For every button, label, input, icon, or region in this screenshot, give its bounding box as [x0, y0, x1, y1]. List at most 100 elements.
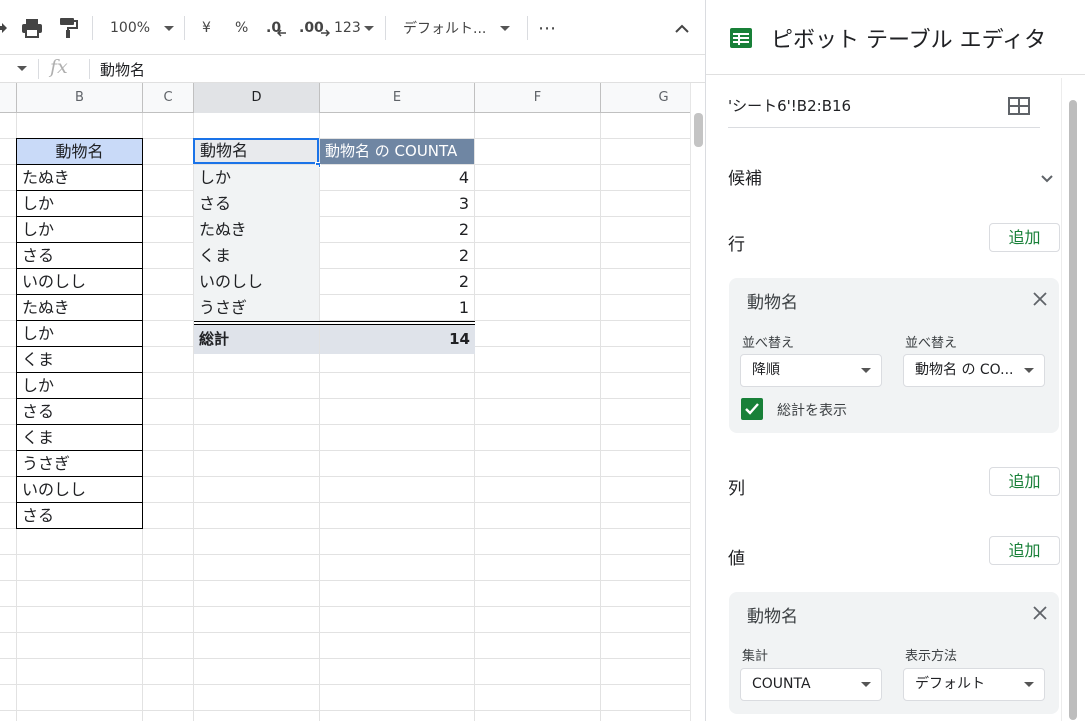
column-header-f[interactable]: F — [475, 83, 601, 113]
source-header-cell[interactable]: 動物名 — [16, 138, 143, 165]
column-header-d[interactable]: D — [194, 83, 320, 113]
source-cell[interactable]: さる — [16, 399, 143, 425]
chevron-up-icon — [675, 24, 689, 33]
pivot-row-value[interactable]: 3 — [320, 191, 474, 217]
columns-section-label: 列 — [728, 479, 745, 499]
arrow-right-icon — [320, 29, 330, 37]
chevron-down-icon — [164, 25, 175, 31]
formula-divider — [89, 59, 90, 79]
suggestions-label[interactable]: 候補 — [728, 164, 762, 189]
source-cell[interactable]: さる — [16, 503, 143, 529]
close-icon[interactable] — [1033, 605, 1047, 624]
show-as-label: 表示方法 — [905, 649, 958, 664]
sort-by-value: 動物名 の CO... — [915, 362, 1014, 378]
source-cell[interactable]: いのしし — [16, 477, 143, 503]
print-icon[interactable] — [21, 14, 43, 42]
column-header-a[interactable] — [0, 83, 17, 113]
summarize-by-value: COUNTA — [752, 676, 811, 692]
spreadsheet-app: 100% ¥ % .0 .00 123 デフォルト... ⋯ fx 動物名 B … — [0, 0, 1085, 721]
source-cell[interactable]: うさぎ — [16, 451, 143, 477]
pivot-row-label[interactable]: さる — [194, 191, 319, 217]
more-button[interactable]: ⋯ — [538, 14, 556, 42]
show-totals-checkbox[interactable] — [741, 398, 763, 420]
scrollbar-thumb[interactable] — [1069, 100, 1077, 720]
pivot-row-value[interactable]: 2 — [320, 243, 474, 269]
cells-area[interactable]: 動物名 たぬき しか しか さる いのしし たぬき しか くま しか さる くま… — [0, 113, 690, 721]
toolbar-divider — [92, 16, 93, 40]
source-cell[interactable]: さる — [16, 243, 143, 269]
pivot-row-label[interactable]: しか — [194, 165, 319, 191]
number-format-select[interactable]: 123 — [334, 14, 374, 42]
gridline — [474, 113, 475, 721]
collapse-toolbar-button[interactable] — [674, 14, 690, 42]
summarize-by-dropdown[interactable]: COUNTA — [740, 668, 882, 701]
scrollbar-thumb[interactable] — [694, 113, 703, 147]
add-row-button[interactable]: 追加 — [989, 223, 1060, 252]
formula-input[interactable]: 動物名 — [100, 59, 145, 80]
gridline — [0, 632, 690, 633]
pivot-row-value[interactable]: 2 — [320, 217, 474, 243]
add-column-button[interactable]: 追加 — [989, 467, 1060, 496]
pivot-editor-panel: ピボット テーブル エディタ 'シート6'!B2:B16 候補 行 追加 動物名… — [705, 0, 1085, 721]
font-label: デフォルト... — [403, 21, 487, 37]
percent-button[interactable]: % — [235, 14, 248, 42]
pivot-total-label[interactable]: 総計 — [194, 325, 319, 354]
pivot-total-value[interactable]: 14 — [320, 325, 475, 354]
pivot-row-value[interactable]: 4 — [320, 165, 474, 191]
chevron-down-icon — [363, 25, 374, 31]
pivot-row-label[interactable]: くま — [194, 243, 319, 269]
column-header-b[interactable]: B — [17, 83, 143, 113]
pivot-row-label[interactable]: いのしし — [194, 269, 319, 295]
source-cell[interactable]: くま — [16, 347, 143, 373]
chevron-down-icon — [861, 368, 871, 373]
pivot-header-value-cell[interactable]: 動物名 の COUNTA — [320, 139, 474, 164]
currency-button[interactable]: ¥ — [202, 14, 211, 42]
fx-icon: fx — [50, 56, 68, 78]
summarize-by-label: 集計 — [742, 649, 769, 664]
column-header-c[interactable]: C — [143, 83, 194, 113]
column-header-e[interactable]: E — [320, 83, 475, 113]
pivot-row-label[interactable]: たぬき — [194, 217, 319, 243]
pivot-header-label-cell[interactable]: 動物名 — [193, 138, 319, 164]
decrease-decimal-button[interactable]: .0 — [266, 14, 287, 42]
increase-decimal-button[interactable]: .00 — [299, 14, 330, 42]
font-select[interactable]: デフォルト... — [403, 14, 511, 42]
show-totals-label[interactable]: 総計を表示 — [777, 400, 847, 420]
chevron-down-icon — [1024, 682, 1034, 687]
add-value-button[interactable]: 追加 — [989, 536, 1060, 565]
source-cell[interactable]: しか — [16, 321, 143, 347]
sheet-scrollbar[interactable] — [690, 83, 705, 721]
order-dropdown[interactable]: 降順 — [740, 354, 882, 387]
source-cell[interactable]: しか — [16, 217, 143, 243]
gridline — [0, 684, 690, 685]
column-header-g[interactable]: G — [601, 83, 690, 113]
pivot-row-value[interactable]: 1 — [320, 295, 474, 321]
panel-scrollbar[interactable] — [1061, 78, 1083, 721]
redo-icon[interactable] — [0, 14, 8, 42]
source-cell[interactable]: くま — [16, 425, 143, 451]
source-cell[interactable]: たぬき — [16, 165, 143, 191]
name-box-dropdown-icon[interactable] — [17, 66, 27, 71]
show-as-dropdown[interactable]: デフォルト — [903, 668, 1045, 701]
source-cell[interactable]: いのしし — [16, 269, 143, 295]
close-icon[interactable] — [1033, 291, 1047, 310]
toolbar-divider — [527, 16, 528, 40]
zoom-select[interactable]: 100% — [110, 14, 175, 42]
paint-format-icon[interactable] — [58, 14, 78, 42]
chevron-down-icon[interactable] — [1040, 169, 1054, 188]
values-section-label: 値 — [728, 549, 745, 569]
order-value: 降順 — [752, 362, 780, 378]
toolbar-divider — [385, 16, 386, 40]
sort-by-dropdown[interactable]: 動物名 の CO... — [903, 354, 1045, 387]
source-cell[interactable]: しか — [16, 191, 143, 217]
checkmark-icon — [745, 403, 759, 415]
data-range-field[interactable]: 'シート6'!B2:B16 — [728, 95, 851, 116]
value-field-title: 動物名 — [747, 607, 798, 627]
source-cell[interactable]: たぬき — [16, 295, 143, 321]
pivot-row-value[interactable]: 2 — [320, 269, 474, 295]
chevron-down-icon — [1024, 368, 1034, 373]
select-range-icon[interactable] — [1008, 97, 1030, 119]
panel-title: ピボット テーブル エディタ — [771, 28, 1047, 53]
pivot-row-label[interactable]: うさぎ — [194, 295, 319, 321]
source-cell[interactable]: しか — [16, 373, 143, 399]
